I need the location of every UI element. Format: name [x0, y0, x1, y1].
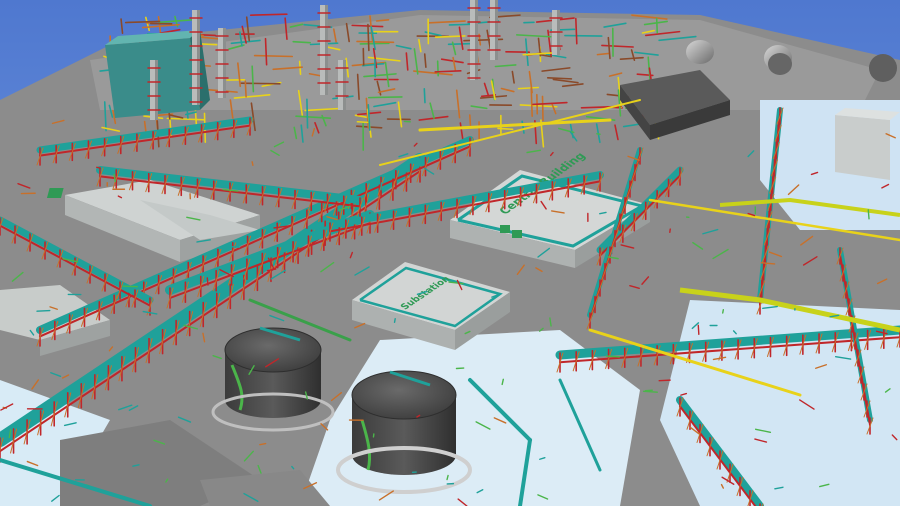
plant-render: Central Building Substation — [0, 0, 900, 506]
plant-3d-scene: Central Building Substation — [0, 0, 900, 506]
